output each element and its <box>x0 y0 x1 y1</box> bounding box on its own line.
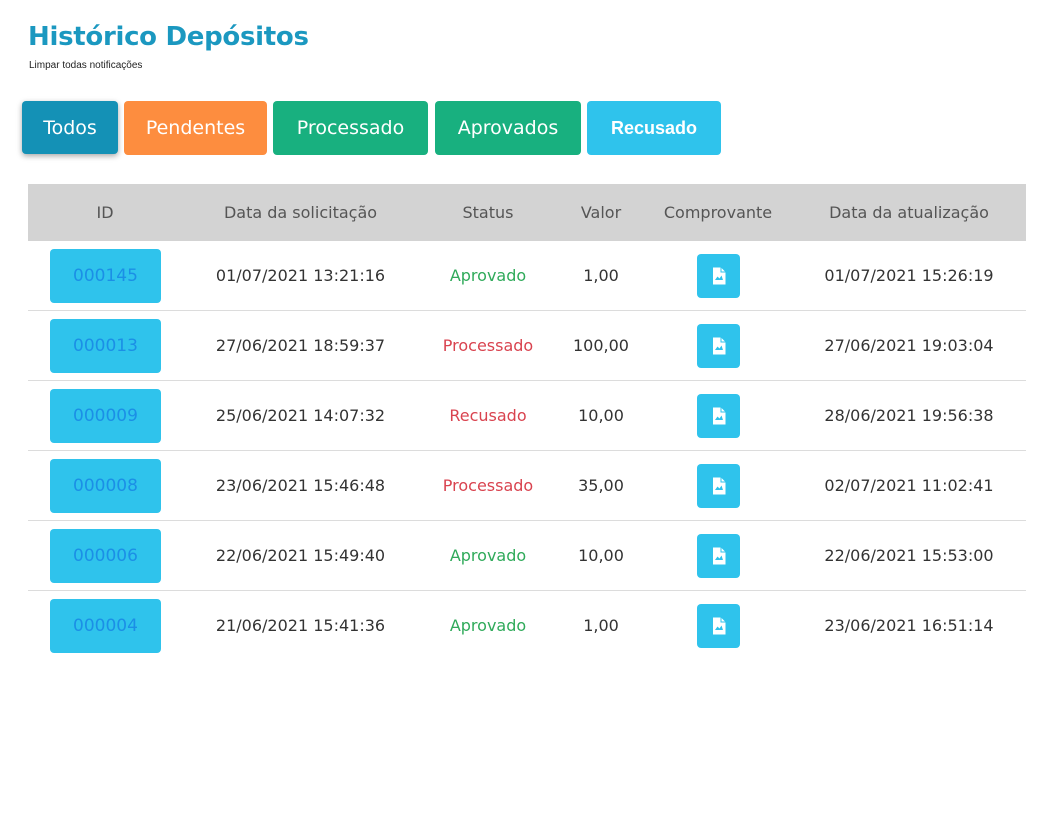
status-cell: Aprovado <box>449 266 527 285</box>
request-date-cell: 25/06/2021 14:07:32 <box>215 406 386 425</box>
request-date-cell: 01/07/2021 13:21:16 <box>215 266 386 285</box>
status-cell: Processado <box>442 476 534 495</box>
request-date-cell: 23/06/2021 15:46:48 <box>215 476 386 495</box>
document-icon <box>712 407 725 425</box>
status-cell: Aprovado <box>449 546 527 565</box>
document-icon <box>712 337 725 355</box>
status-cell: Aprovado <box>449 616 527 635</box>
deposit-id-button[interactable]: 000013 <box>50 319 161 373</box>
column-header-update-date: Data da atualização <box>829 203 989 222</box>
document-icon <box>712 617 725 635</box>
table-row: 000008 23/06/2021 15:46:48 Processado 35… <box>28 451 1026 521</box>
update-date-cell: 22/06/2021 15:53:00 <box>824 546 994 565</box>
document-icon <box>712 547 725 565</box>
table-header: ID Data da solicitação Status Valor Comp… <box>28 184 1026 241</box>
update-date-cell: 28/06/2021 19:56:38 <box>824 406 994 425</box>
filter-refused-button[interactable]: Recusado <box>587 101 721 155</box>
value-cell: 1,00 <box>583 266 619 285</box>
status-cell: Processado <box>442 336 534 355</box>
update-date-cell: 01/07/2021 15:26:19 <box>824 266 994 285</box>
column-header-request-date: Data da solicitação <box>223 203 378 222</box>
request-date-cell: 21/06/2021 15:41:36 <box>215 616 386 635</box>
clear-notifications-link[interactable]: Limpar todas notificações <box>29 60 142 71</box>
document-icon <box>712 267 725 285</box>
receipt-button[interactable] <box>697 324 740 368</box>
table-row: 000145 01/07/2021 13:21:16 Aprovado 1,00… <box>28 241 1026 311</box>
value-cell: 35,00 <box>578 476 624 495</box>
filter-pending-button[interactable]: Pendentes <box>124 101 267 155</box>
table-row: 000009 25/06/2021 14:07:32 Recusado 10,0… <box>28 381 1026 451</box>
deposit-history-page: Histórico Depósitos Limpar todas notific… <box>0 0 1059 814</box>
deposit-id-button[interactable]: 000009 <box>50 389 161 443</box>
filter-processed-button[interactable]: Processado <box>273 101 428 155</box>
request-date-cell: 27/06/2021 18:59:37 <box>215 336 386 355</box>
value-cell: 100,00 <box>573 336 629 355</box>
deposit-id-button[interactable]: 000145 <box>50 249 161 303</box>
receipt-button[interactable] <box>697 464 740 508</box>
column-header-receipt: Comprovante <box>663 203 773 222</box>
update-date-cell: 02/07/2021 11:02:41 <box>824 476 994 495</box>
value-cell: 1,00 <box>583 616 619 635</box>
document-icon <box>712 477 725 495</box>
receipt-button[interactable] <box>697 604 740 648</box>
value-cell: 10,00 <box>578 406 624 425</box>
table-row: 000013 27/06/2021 18:59:37 Processado 10… <box>28 311 1026 381</box>
filter-approved-button[interactable]: Aprovados <box>435 101 581 155</box>
receipt-button[interactable] <box>697 534 740 578</box>
column-header-id: ID <box>96 203 114 222</box>
filter-all-button[interactable]: Todos <box>22 101 118 154</box>
request-date-cell: 22/06/2021 15:49:40 <box>215 546 386 565</box>
update-date-cell: 27/06/2021 19:03:04 <box>824 336 994 355</box>
receipt-button[interactable] <box>697 394 740 438</box>
page-title: Histórico Depósitos <box>28 22 309 52</box>
deposit-id-button[interactable]: 000004 <box>50 599 161 653</box>
table-row: 000006 22/06/2021 15:49:40 Aprovado 10,0… <box>28 521 1026 591</box>
column-header-value: Valor <box>580 203 622 222</box>
deposit-id-button[interactable]: 000006 <box>50 529 161 583</box>
deposits-table: ID Data da solicitação Status Valor Comp… <box>28 184 1026 660</box>
receipt-button[interactable] <box>697 254 740 298</box>
update-date-cell: 23/06/2021 16:51:14 <box>824 616 994 635</box>
column-header-status: Status <box>462 203 514 222</box>
table-row: 000004 21/06/2021 15:41:36 Aprovado 1,00… <box>28 591 1026 660</box>
value-cell: 10,00 <box>578 546 624 565</box>
status-cell: Recusado <box>449 406 527 425</box>
deposit-id-button[interactable]: 000008 <box>50 459 161 513</box>
